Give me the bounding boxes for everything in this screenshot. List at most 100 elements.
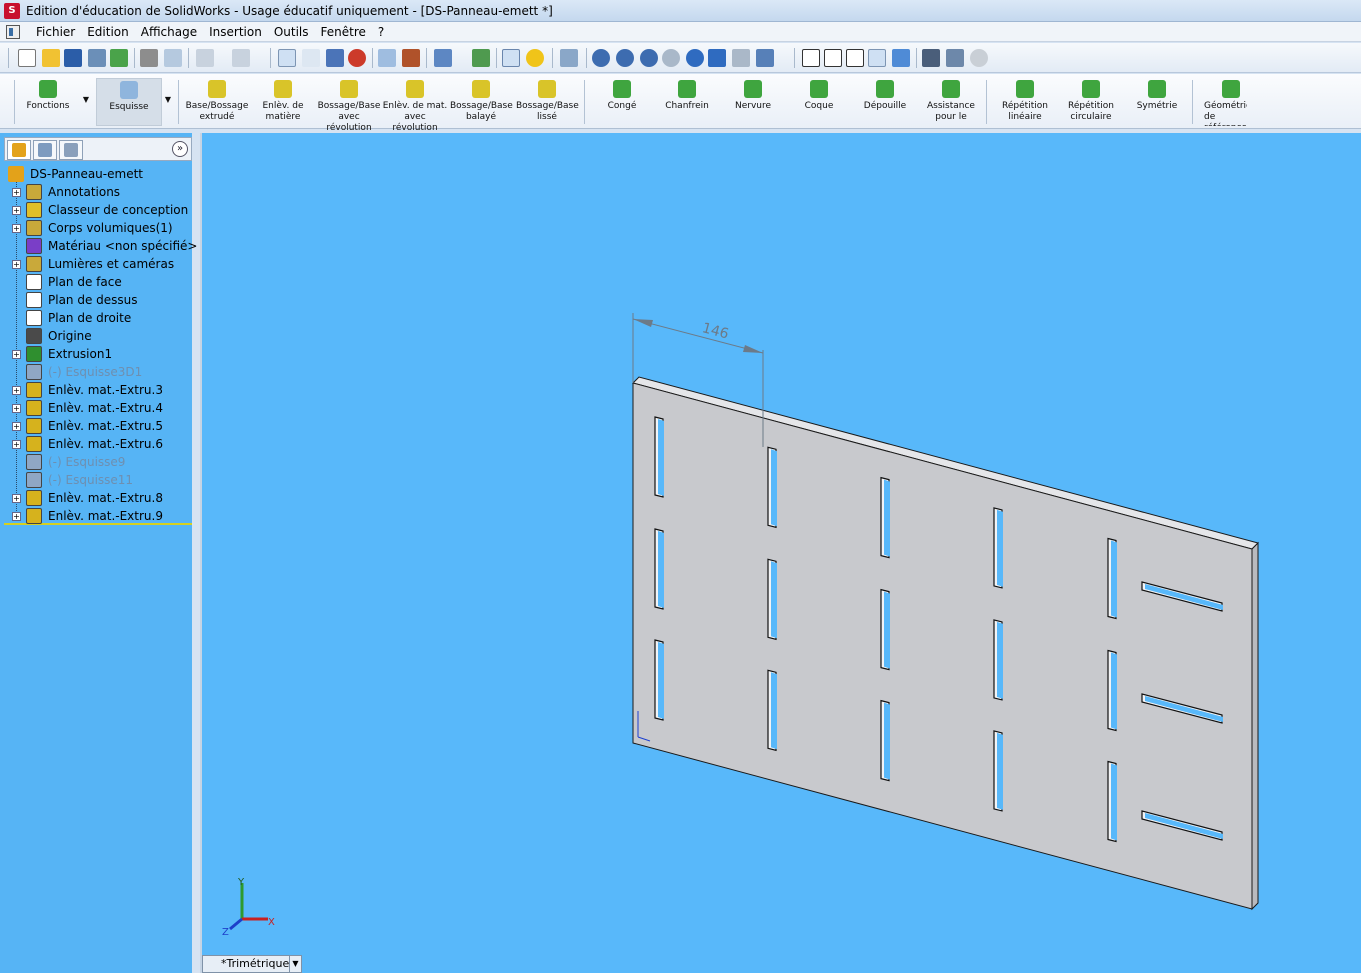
- tab-feature-manager[interactable]: [7, 140, 31, 160]
- print-preview-icon[interactable]: [88, 49, 106, 67]
- expand-toggle-icon[interactable]: +: [12, 494, 21, 503]
- revolved-cut-button[interactable]: Enlèv. de mat. avec révolution: [382, 78, 448, 133]
- help-icon[interactable]: [526, 49, 544, 67]
- brick-appearance-icon[interactable]: [402, 49, 420, 67]
- menu-fichier[interactable]: Fichier: [30, 24, 81, 40]
- undo-icon[interactable]: [196, 49, 214, 67]
- dimension-text[interactable]: 146: [700, 320, 730, 342]
- expand-toggle-icon[interactable]: +: [12, 422, 21, 431]
- shell-button[interactable]: Coque: [794, 78, 844, 126]
- circular-pattern-button[interactable]: Répétition circulaire: [1062, 78, 1120, 126]
- tree-item[interactable]: + Lumières et caméras: [4, 255, 192, 273]
- expand-toggle-icon[interactable]: +: [12, 440, 21, 449]
- tree-item[interactable]: + Corps volumiques(1): [4, 219, 192, 237]
- menu-fenetre[interactable]: Fenêtre: [315, 24, 372, 40]
- esquisse-dropdown[interactable]: ▼: [162, 78, 174, 126]
- redo-icon[interactable]: [232, 49, 250, 67]
- pan-icon[interactable]: [708, 49, 726, 67]
- extruded-boss-button[interactable]: Base/Bossage extrudé: [184, 78, 250, 126]
- tree-item[interactable]: Origine: [4, 327, 192, 345]
- zoom-selection-icon[interactable]: [662, 49, 680, 67]
- roll-view-icon[interactable]: [732, 49, 750, 67]
- mirror-button[interactable]: Symétrie: [1130, 78, 1184, 126]
- perspective-icon[interactable]: [946, 49, 964, 67]
- grid-icon[interactable]: [378, 49, 396, 67]
- tree-item[interactable]: + Enlèv. mat.-Extru.4: [4, 399, 192, 417]
- expand-toggle-icon[interactable]: +: [12, 404, 21, 413]
- tree-item[interactable]: + Annotations: [4, 183, 192, 201]
- menu-outils[interactable]: Outils: [268, 24, 315, 40]
- graphics-area[interactable]: 146 Y X Z: [200, 133, 1361, 973]
- shaded-with-edges-icon[interactable]: [868, 49, 886, 67]
- expand-toggle-icon[interactable]: +: [12, 386, 21, 395]
- select-filter-icon[interactable]: [302, 49, 320, 67]
- model-canvas[interactable]: 146 Y X Z: [202, 133, 1361, 973]
- options-icon[interactable]: [110, 49, 128, 67]
- menu-affichage[interactable]: Affichage: [135, 24, 203, 40]
- expand-toggle-icon[interactable]: +: [12, 512, 21, 521]
- tree-item[interactable]: + Enlèv. mat.-Extru.3: [4, 381, 192, 399]
- fonctions-dropdown[interactable]: ▼: [80, 78, 92, 126]
- tree-item[interactable]: Plan de dessus: [4, 291, 192, 309]
- rotate-icon[interactable]: [686, 49, 704, 67]
- swept-boss-button[interactable]: Bossage/Base balayé: [450, 78, 513, 126]
- menu-edition[interactable]: Edition: [81, 24, 135, 40]
- shaded-icon[interactable]: [892, 49, 910, 67]
- save-icon[interactable]: [64, 49, 82, 67]
- tab-configuration-manager[interactable]: [59, 140, 83, 160]
- new-document-icon[interactable]: [18, 49, 36, 67]
- tree-item[interactable]: + Extrusion1: [4, 345, 192, 363]
- standard-views-icon[interactable]: [756, 49, 774, 67]
- chamfer-button[interactable]: Chanfrein: [660, 78, 714, 126]
- tree-item[interactable]: Plan de droite: [4, 309, 192, 327]
- tree-item[interactable]: + Enlèv. mat.-Extru.6: [4, 435, 192, 453]
- tree-item[interactable]: Plan de face: [4, 273, 192, 291]
- view-orientation-dropdown-icon[interactable]: ▼: [289, 956, 301, 972]
- tree-item[interactable]: + Enlèv. mat.-Extru.8: [4, 489, 192, 507]
- zoom-area-icon[interactable]: [616, 49, 634, 67]
- zoom-fit-icon[interactable]: [592, 49, 610, 67]
- hidden-lines-visible-icon[interactable]: [824, 49, 842, 67]
- revolved-boss-button[interactable]: Bossage/Base avec révolution: [316, 78, 382, 133]
- extruded-cut-button[interactable]: Enlèv. de matière: [254, 78, 312, 126]
- rebuild-icon[interactable]: [326, 49, 344, 67]
- mass-properties-icon[interactable]: [472, 49, 490, 67]
- tree-item[interactable]: + Enlèv. mat.-Extru.9: [4, 507, 192, 525]
- expand-toggle-icon[interactable]: +: [12, 206, 21, 215]
- reference-geometry-button[interactable]: Géométrie de référence: [1200, 78, 1247, 126]
- realview-icon[interactable]: [970, 49, 988, 67]
- document-icon[interactable]: [6, 25, 20, 39]
- expand-panel-button[interactable]: »: [172, 141, 188, 157]
- menu-insertion[interactable]: Insertion: [203, 24, 268, 40]
- print-icon[interactable]: [140, 49, 158, 67]
- view-orientation-tab[interactable]: *Trimétrique ▼: [202, 955, 302, 973]
- esquisse-tab-button[interactable]: Esquisse: [96, 78, 162, 126]
- expand-toggle-icon[interactable]: +: [12, 188, 21, 197]
- tree-root[interactable]: DS-Panneau-emett: [4, 165, 192, 183]
- zoom-in-out-icon[interactable]: [640, 49, 658, 67]
- properties-icon[interactable]: [502, 49, 520, 67]
- expand-toggle-icon[interactable]: +: [12, 224, 21, 233]
- rib-button[interactable]: Nervure: [726, 78, 780, 126]
- draft-button[interactable]: Dépouille: [858, 78, 912, 126]
- tree-item[interactable]: Matériau <non spécifié>: [4, 237, 197, 255]
- wireframe-icon[interactable]: [802, 49, 820, 67]
- lofted-boss-button[interactable]: Bossage/Base lissé: [516, 78, 579, 126]
- linear-pattern-button[interactable]: Répétition linéaire: [996, 78, 1054, 126]
- select-arrow-icon[interactable]: [278, 49, 296, 67]
- fillet-button[interactable]: Congé: [596, 78, 648, 126]
- traffic-light-icon[interactable]: [348, 49, 366, 67]
- section-view-icon[interactable]: [560, 49, 578, 67]
- tree-item[interactable]: (-) Esquisse3D1: [4, 363, 192, 381]
- tree-item[interactable]: + Enlèv. mat.-Extru.5: [4, 417, 192, 435]
- tree-item[interactable]: (-) Esquisse11: [4, 471, 192, 489]
- menu-help[interactable]: ?: [372, 24, 390, 40]
- open-folder-icon[interactable]: [42, 49, 60, 67]
- hole-wizard-button[interactable]: Assistance pour le: [924, 78, 978, 126]
- tree-item[interactable]: (-) Esquisse9: [4, 453, 192, 471]
- hidden-lines-removed-icon[interactable]: [846, 49, 864, 67]
- measure-icon[interactable]: [434, 49, 452, 67]
- fonctions-tab-button[interactable]: Fonctions: [18, 78, 78, 126]
- zoom-page-icon[interactable]: [164, 49, 182, 67]
- tree-item[interactable]: + Classeur de conception: [4, 201, 192, 219]
